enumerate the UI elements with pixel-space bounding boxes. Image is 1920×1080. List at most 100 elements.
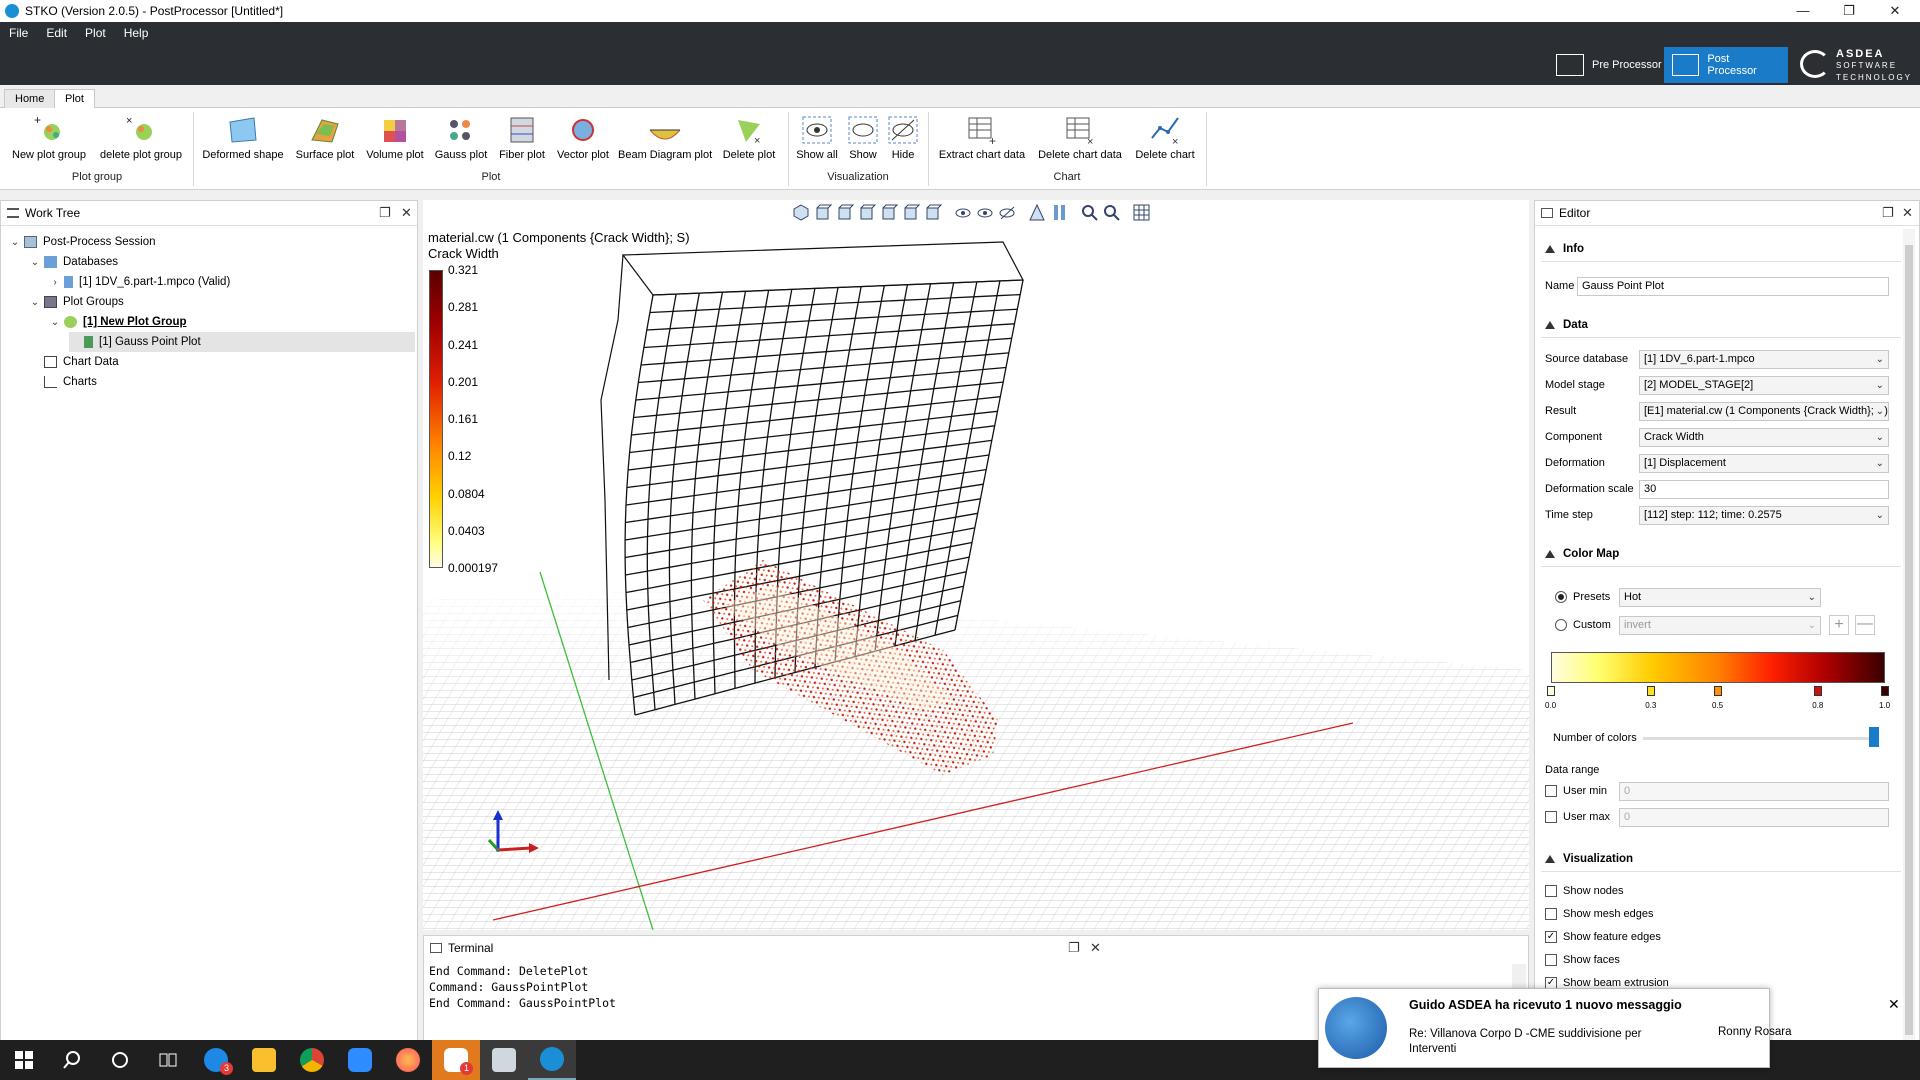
volume-plot-button[interactable]: Volume plot <box>364 114 426 161</box>
expand-arrow-icon[interactable]: › <box>49 277 61 288</box>
delete-plot-group-button[interactable]: × delete plot group <box>98 114 184 161</box>
section-info[interactable]: Info <box>1545 243 1584 255</box>
section-data[interactable]: Data <box>1545 319 1588 331</box>
show-feature-edges-checkbox[interactable]: ✓ Show feature edges <box>1545 931 1661 943</box>
number-of-colors-slider-handle[interactable] <box>1869 727 1879 747</box>
collapse-arrow-icon[interactable]: ⌄ <box>49 317 61 328</box>
extract-chart-data-button[interactable]: + Extract chart data <box>936 114 1028 161</box>
menu-plot[interactable]: Plot <box>76 22 115 44</box>
tree-item-gauss-point-plot[interactable]: [1] Gauss Point Plot <box>69 332 415 352</box>
close-panel-icon[interactable]: ✕ <box>401 205 412 221</box>
deformation-scale-field[interactable]: 30 <box>1639 480 1889 499</box>
minimize-button[interactable]: — <box>1780 0 1826 22</box>
collapse-arrow-icon[interactable]: ⌄ <box>29 297 41 308</box>
section-color-map[interactable]: Color Map <box>1545 548 1619 560</box>
close-panel-icon[interactable]: ✕ <box>1090 940 1101 956</box>
menu-file[interactable]: File <box>0 22 37 44</box>
svg-text:+: + <box>989 134 996 146</box>
collapse-arrow-icon[interactable]: ⌄ <box>29 257 41 268</box>
result-select[interactable]: [E1] material.cw (1 Components {Crack Wi… <box>1639 402 1889 421</box>
delete-chart-button[interactable]: × Delete chart <box>1132 114 1198 161</box>
show-button[interactable]: Show <box>846 114 880 161</box>
collapse-arrow-icon[interactable]: ⌄ <box>9 237 21 248</box>
stko-taskbar-icon[interactable] <box>528 1040 576 1080</box>
color-stop-marker[interactable] <box>1881 686 1889 696</box>
tree-item-database-1[interactable]: › [1] 1DV_6.part-1.mpco (Valid) <box>49 272 230 292</box>
editor-scrollbar[interactable] <box>1903 229 1915 1057</box>
show-all-button[interactable]: Show all <box>796 114 838 161</box>
mail-notification[interactable]: Guido ASDEA ha ricevuto 1 nuovo messaggi… <box>1318 988 1900 1068</box>
close-panel-icon[interactable]: ✕ <box>1902 205 1913 221</box>
add-color-button[interactable]: + <box>1829 615 1849 635</box>
pre-processor-button[interactable]: Pre Processor <box>1548 47 1670 83</box>
tab-plot[interactable]: Plot <box>54 89 95 109</box>
show-nodes-checkbox[interactable]: Show nodes <box>1545 885 1624 897</box>
presets-radio[interactable]: Presets <box>1555 591 1610 603</box>
data-range-label: Data range <box>1545 764 1600 776</box>
hide-button[interactable]: Hide <box>886 114 920 161</box>
source-database-select[interactable]: [1] 1DV_6.part-1.mpco ⌄ <box>1639 350 1889 369</box>
custom-select[interactable]: invert ⌄ <box>1619 616 1821 635</box>
restore-button[interactable]: ❐ <box>1826 0 1872 22</box>
post-processor-button[interactable]: Post Processor <box>1664 47 1788 83</box>
deformed-shape-button[interactable]: Deformed shape <box>202 114 284 161</box>
user-min-field[interactable]: 0 <box>1619 782 1889 801</box>
vector-plot-button[interactable]: Vector plot <box>554 114 612 161</box>
user-min-checkbox[interactable]: User min <box>1545 785 1607 797</box>
color-stop-marker[interactable] <box>1547 686 1555 696</box>
name-field[interactable]: Gauss Point Plot <box>1577 277 1889 296</box>
number-of-colors-slider[interactable] <box>1643 737 1879 740</box>
color-stop-marker[interactable] <box>1714 686 1722 696</box>
3d-viewport[interactable]: material.cw (1 Components {Crack Width};… <box>423 200 1529 930</box>
search-icon[interactable] <box>48 1040 96 1080</box>
cortana-icon[interactable] <box>96 1040 144 1080</box>
close-button[interactable]: ✕ <box>1872 0 1918 22</box>
presets-select[interactable]: Hot ⌄ <box>1619 588 1821 607</box>
tree-item-databases[interactable]: ⌄ Databases <box>29 252 118 272</box>
drawing-app-icon[interactable] <box>480 1040 528 1080</box>
new-plot-group-button[interactable]: + New plot group <box>10 113 88 161</box>
float-panel-icon[interactable]: ❐ <box>1882 205 1894 221</box>
chrome-icon[interactable] <box>288 1040 336 1080</box>
float-panel-icon[interactable]: ❐ <box>1068 940 1080 956</box>
beam-diagram-plot-button[interactable]: Beam Diagram plot <box>618 114 712 161</box>
menu-edit[interactable]: Edit <box>37 22 76 44</box>
model-stage-select[interactable]: [2] MODEL_STAGE[2] ⌄ <box>1639 376 1889 395</box>
delete-chart-data-button[interactable]: × Delete chart data <box>1036 114 1124 161</box>
tree-item-charts[interactable]: Charts <box>29 372 97 392</box>
user-max-field[interactable]: 0 <box>1619 808 1889 827</box>
tree-item-plot-group-1[interactable]: ⌄ [1] New Plot Group <box>49 312 187 332</box>
color-stop-marker[interactable] <box>1814 686 1823 696</box>
tree-item-plot-groups[interactable]: ⌄ Plot Groups <box>29 292 124 312</box>
show-faces-checkbox[interactable]: Show faces <box>1545 954 1620 966</box>
fiber-plot-button[interactable]: Fiber plot <box>496 114 548 161</box>
file-explorer-icon[interactable] <box>240 1040 288 1080</box>
tree-item-session[interactable]: ⌄ Post-Process Session <box>9 232 156 252</box>
tree-item-chart-data[interactable]: Chart Data <box>29 352 119 372</box>
delete-plot-button[interactable]: × Delete plot <box>718 114 780 161</box>
close-notification-icon[interactable]: ✕ <box>1888 996 1900 1013</box>
float-panel-icon[interactable]: ❐ <box>379 205 391 221</box>
tab-home[interactable]: Home <box>4 89 56 108</box>
section-visualization[interactable]: Visualization <box>1545 853 1633 865</box>
slack-app-icon[interactable]: 1 <box>432 1040 480 1080</box>
mail-app-icon[interactable]: 3 <box>192 1040 240 1080</box>
color-map-gradient[interactable] <box>1551 652 1885 683</box>
windows-start-icon[interactable] <box>0 1040 48 1080</box>
custom-radio[interactable]: Custom <box>1555 619 1611 631</box>
component-select[interactable]: Crack Width ⌄ <box>1639 428 1889 447</box>
asdea-logo-icon <box>1800 50 1830 78</box>
zoom-app-icon[interactable] <box>336 1040 384 1080</box>
surface-plot-button[interactable]: Surface plot <box>292 114 358 161</box>
time-step-select[interactable]: [112] step: 112; time: 0.2575 ⌄ <box>1639 506 1889 525</box>
user-max-checkbox[interactable]: User max <box>1545 811 1610 823</box>
terminal-line: Command: GaussPointPlot <box>429 980 589 994</box>
menu-help[interactable]: Help <box>115 22 158 44</box>
remove-color-button[interactable]: — <box>1855 615 1875 635</box>
gauss-plot-button[interactable]: Gauss plot <box>432 114 490 161</box>
color-stop-marker[interactable] <box>1647 686 1656 696</box>
task-view-icon[interactable] <box>144 1040 192 1080</box>
deformation-select[interactable]: [1] Displacement ⌄ <box>1639 454 1889 473</box>
show-mesh-edges-checkbox[interactable]: Show mesh edges <box>1545 908 1654 920</box>
firefox-icon[interactable] <box>384 1040 432 1080</box>
